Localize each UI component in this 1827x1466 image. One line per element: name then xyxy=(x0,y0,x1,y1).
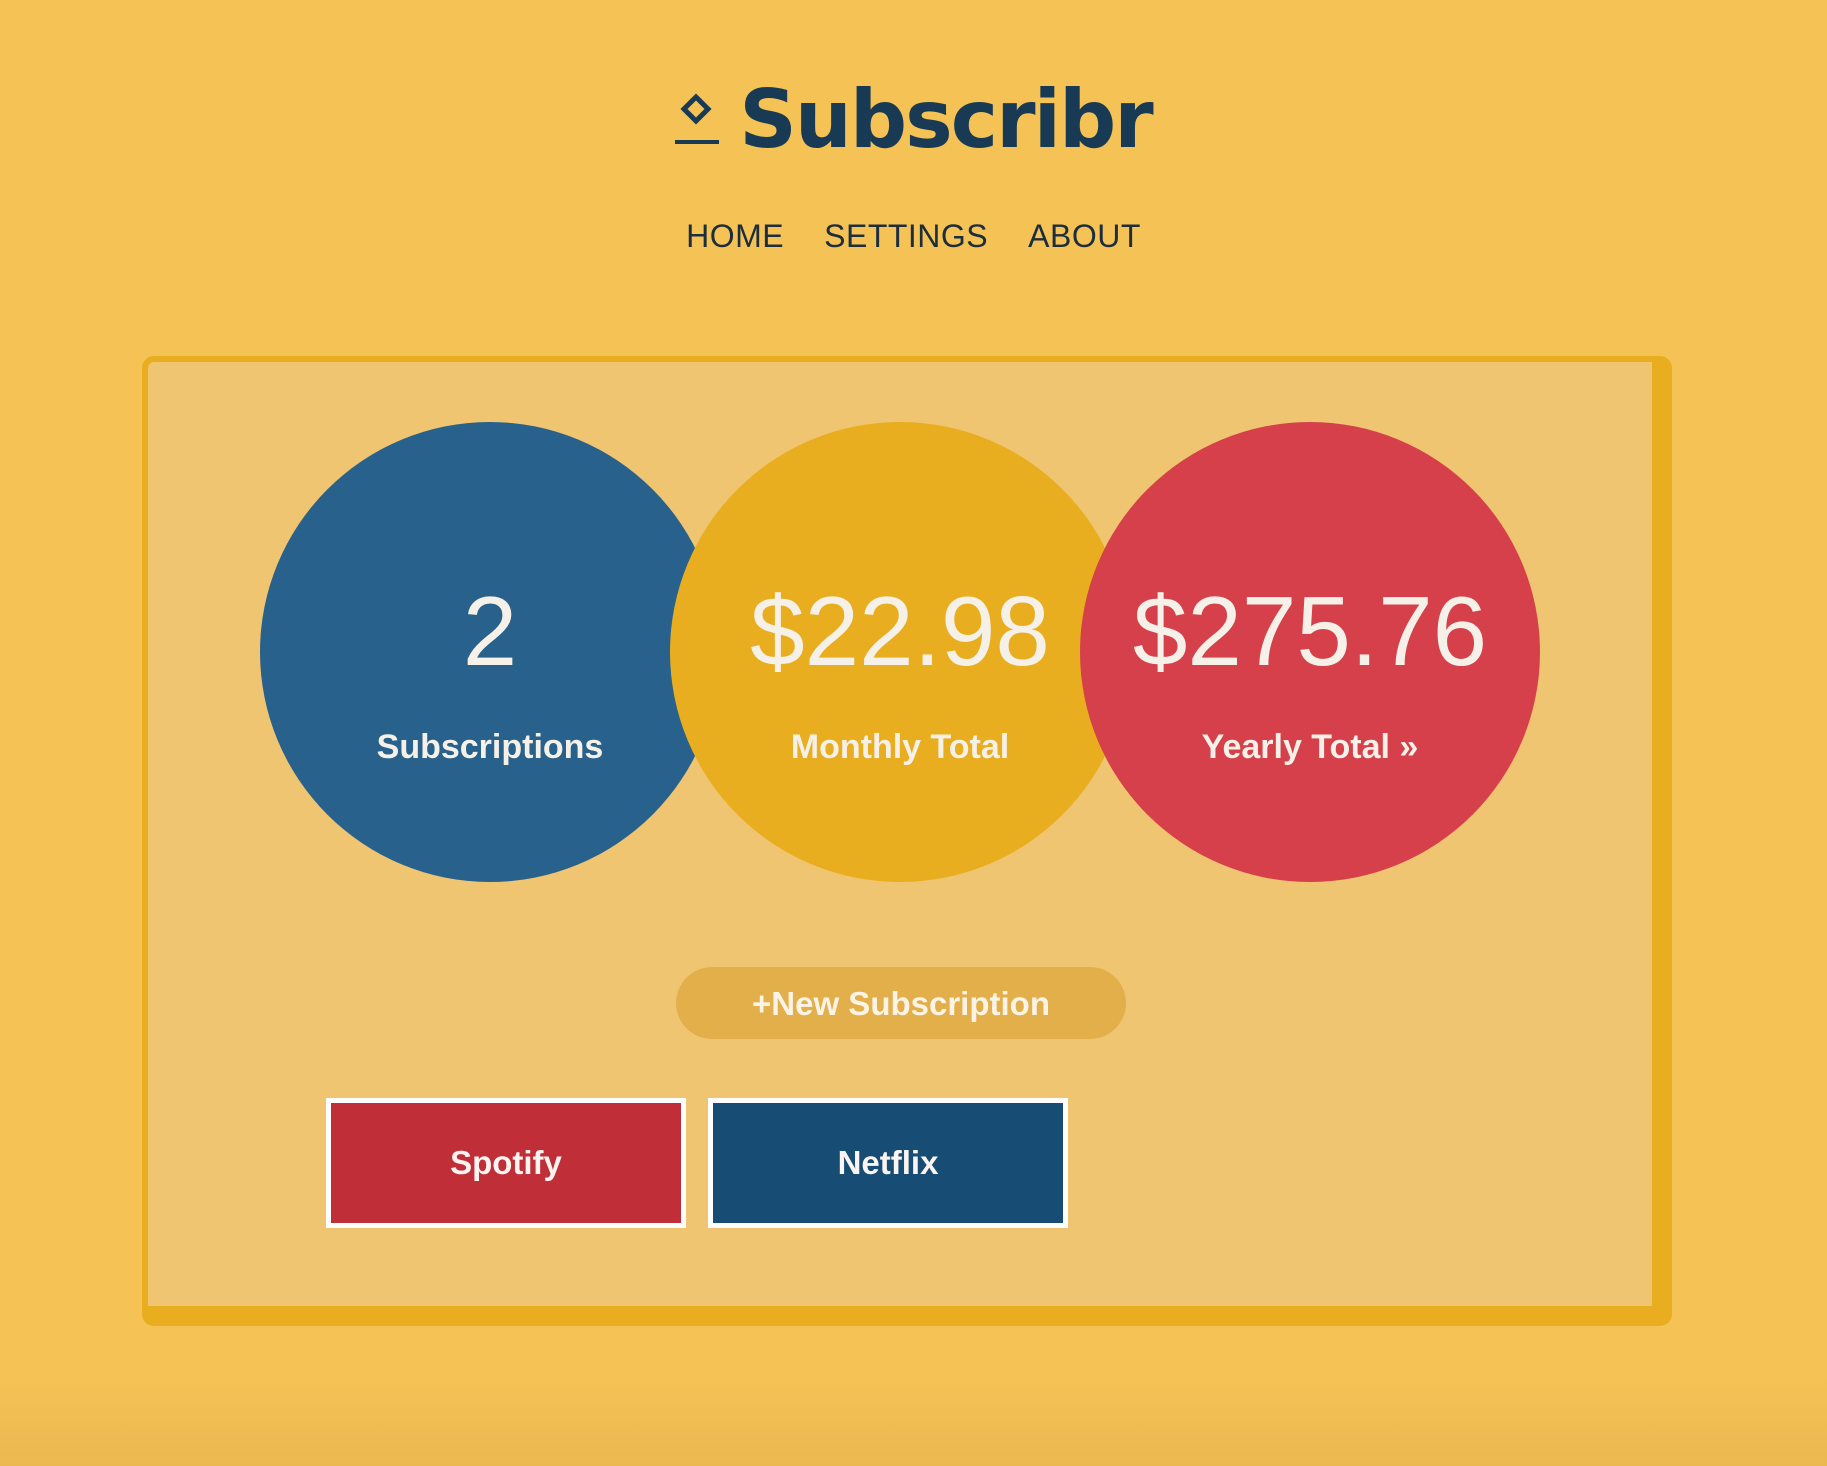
yearly-total-link[interactable]: Yearly Total » xyxy=(1080,728,1540,767)
monthly-total-circle: $22.98 Monthly Total xyxy=(670,422,1130,882)
nav-item-about[interactable]: ABOUT xyxy=(1028,218,1141,255)
new-subscription-button[interactable]: +New Subscription xyxy=(676,967,1126,1039)
subscription-name: Spotify xyxy=(450,1144,562,1181)
subscription-card-netflix[interactable]: Netflix xyxy=(708,1098,1068,1228)
yearly-total-circle[interactable]: $275.76 Yearly Total » xyxy=(1080,422,1540,882)
yearly-total-value: $275.76 xyxy=(1132,576,1488,686)
monthly-total-label: Monthly Total xyxy=(790,728,1010,766)
subscriptions-count-circle: 2 Subscriptions xyxy=(260,422,720,882)
nav-item-settings[interactable]: SETTINGS xyxy=(824,218,988,255)
logo[interactable]: Subscribr xyxy=(0,80,1827,160)
subscription-name: Netflix xyxy=(837,1144,939,1181)
nav-item-home[interactable]: HOME xyxy=(686,218,784,255)
subscriptions-count-value: 2 xyxy=(462,576,518,686)
app-name: Subscribr xyxy=(739,73,1153,166)
main-nav: HOME SETTINGS ABOUT xyxy=(0,218,1827,255)
diamond-upload-icon xyxy=(675,92,720,148)
dashboard-panel: 2 Subscriptions $22.98 Monthly Total $27… xyxy=(142,356,1672,1326)
monthly-total-value: $22.98 xyxy=(750,576,1050,686)
subscriptions-count-label: Subscriptions xyxy=(376,728,604,766)
subscription-card-spotify[interactable]: Spotify xyxy=(326,1098,686,1228)
